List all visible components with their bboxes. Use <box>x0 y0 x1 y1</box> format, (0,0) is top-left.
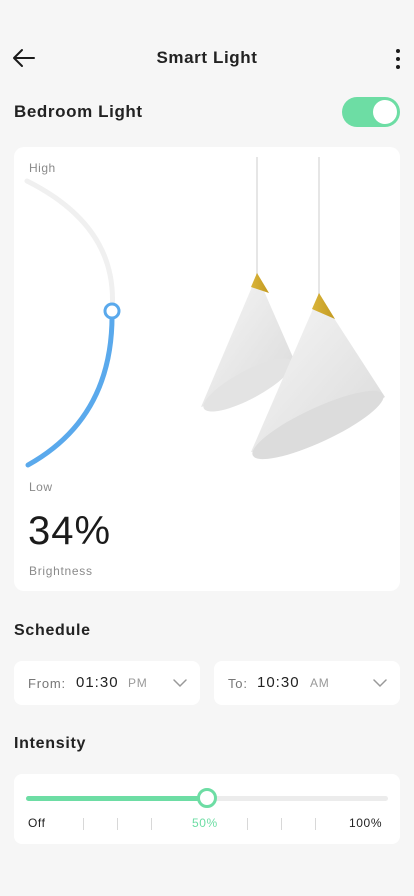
dial-track <box>24 178 115 314</box>
from-label: From: <box>28 676 66 691</box>
intensity-mid-label: 50% <box>192 816 218 830</box>
dial-fill <box>25 308 115 468</box>
brightness-caption: Brightness <box>29 564 93 578</box>
intensity-min-label: Off <box>28 816 46 830</box>
intensity-max-label: 100% <box>349 816 383 830</box>
slider-tick <box>83 818 84 830</box>
more-vertical-icon <box>396 49 400 69</box>
page-title: Smart Light <box>156 48 258 67</box>
intensity-title: Intensity <box>14 735 87 752</box>
brightness-value: 34% <box>28 509 112 553</box>
intensity-thumb[interactable] <box>197 788 217 808</box>
toggle-knob <box>373 100 397 124</box>
slider-tick <box>151 818 152 830</box>
power-toggle[interactable] <box>342 97 400 127</box>
schedule-title: Schedule <box>14 622 91 639</box>
intensity-card: Off 50% 100% <box>14 774 400 844</box>
slider-tick <box>281 818 282 830</box>
to-period: AM <box>310 676 330 690</box>
chevron-down-icon <box>373 679 387 688</box>
brightness-dial[interactable] <box>14 147 144 487</box>
from-time: 01:30 <box>76 674 119 691</box>
slider-tick <box>117 818 118 830</box>
brightness-card: High Low 34% Brightness <box>14 147 400 591</box>
device-name: Bedroom Light <box>14 102 143 121</box>
schedule-to-select[interactable]: To: 10:30 AM <box>214 661 400 705</box>
smart-light-screen: Smart Light Bedroom Light High Low 34% B… <box>0 0 414 896</box>
app-header: Smart Light <box>0 40 414 76</box>
to-time: 10:30 <box>257 674 300 691</box>
more-options-button[interactable] <box>390 44 406 72</box>
dial-handle <box>103 302 121 320</box>
chevron-down-icon <box>173 679 187 688</box>
slider-tick <box>247 818 248 830</box>
to-label: To: <box>228 676 248 691</box>
from-period: PM <box>128 676 148 690</box>
slider-tick <box>315 818 316 830</box>
intensity-fill <box>26 796 207 801</box>
pendant-lamp-image <box>201 157 385 460</box>
schedule-from-select[interactable]: From: 01:30 PM <box>14 661 200 705</box>
brightness-low-label: Low <box>29 480 53 494</box>
